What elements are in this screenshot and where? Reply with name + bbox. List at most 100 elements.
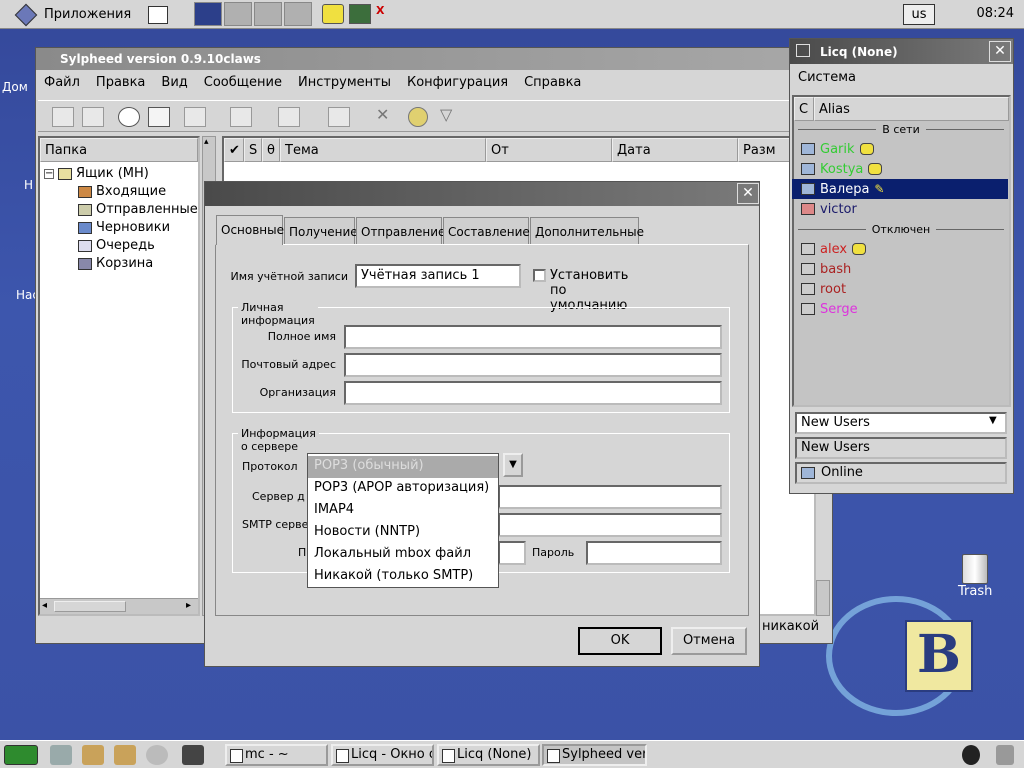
password-input[interactable]	[586, 541, 722, 565]
clock[interactable]: 08:24	[977, 6, 1014, 21]
menu-message[interactable]: Сообщение	[196, 75, 290, 90]
tab-send[interactable]: Отправление	[356, 217, 445, 244]
wrench-icon[interactable]	[996, 745, 1014, 765]
filter-icon[interactable]: ▽	[440, 105, 452, 124]
account-name-input[interactable]: Учётная запись 1	[355, 264, 521, 288]
menu-help[interactable]: Справка	[516, 75, 589, 90]
launcher-2-icon[interactable]	[82, 745, 104, 765]
menu-file[interactable]: Файл	[36, 75, 88, 90]
contact-alex[interactable]: alex	[801, 239, 867, 259]
desktop-icon-home-label[interactable]: Дом	[2, 80, 28, 94]
launcher-4-icon[interactable]	[146, 745, 168, 765]
contact-garik[interactable]: Garik	[801, 139, 874, 159]
licq-titlebar[interactable]: Licq (None)	[790, 39, 1013, 64]
contact-kostya[interactable]: Kostya	[801, 159, 883, 179]
get-all-icon[interactable]	[82, 107, 104, 127]
folder-drafts[interactable]: Черновики	[78, 220, 170, 235]
workspace-2[interactable]	[224, 2, 252, 26]
licq-group-select[interactable]: New Users ▼	[795, 412, 1007, 434]
tab-compose[interactable]: Составление	[443, 217, 530, 244]
tab-receive[interactable]: Получение	[284, 217, 358, 244]
show-desktop-button[interactable]	[148, 3, 168, 26]
licq-col-alias[interactable]: Alias	[814, 97, 1009, 121]
folder-trash[interactable]: Корзина	[78, 256, 153, 271]
menu-view[interactable]: Вид	[153, 75, 195, 90]
trash-icon[interactable]	[962, 554, 988, 584]
applications-menu-button[interactable]: Приложения	[14, 3, 131, 26]
folder-column-header[interactable]: Папка	[40, 138, 198, 162]
reply-icon[interactable]	[184, 107, 206, 127]
contact-root[interactable]: root	[801, 279, 846, 299]
licq-menu-system[interactable]: Система	[798, 70, 856, 85]
execute-icon[interactable]	[408, 107, 428, 127]
col-date[interactable]: Дата	[612, 138, 738, 162]
move-icon[interactable]	[328, 107, 350, 127]
workspace-3[interactable]	[254, 2, 282, 26]
folder-root-mh[interactable]: − Ящик (MH)	[44, 166, 149, 181]
dialog-close-button[interactable]: ✕	[737, 183, 759, 204]
sylpheed-titlebar[interactable]: Sylpheed version 0.9.10claws	[36, 48, 832, 70]
message-list-vscrollbar[interactable]	[816, 580, 830, 616]
collapse-icon[interactable]: −	[44, 168, 54, 179]
col-status[interactable]: S	[244, 138, 262, 162]
scroll-right-arrow-icon[interactable]: ▸	[186, 600, 191, 611]
col-from[interactable]: От	[486, 138, 612, 162]
protocol-option-pop3-apop[interactable]: POP3 (APOP авторизация)	[308, 478, 498, 500]
default-account-checkbox[interactable]	[533, 269, 546, 282]
protocol-option-imap4[interactable]: IMAP4	[308, 500, 498, 522]
folder-inbox[interactable]: Входящие	[78, 184, 166, 199]
menu-tools[interactable]: Инструменты	[290, 75, 399, 90]
smtp-server-input[interactable]	[498, 513, 722, 537]
full-name-input[interactable]	[344, 325, 722, 349]
task-licq-window[interactable]: Licq - Окно от	[331, 744, 434, 766]
protocol-option-pop3[interactable]: POP3 (обычный)	[308, 456, 498, 478]
folder-sent[interactable]: Отправленные	[78, 202, 198, 217]
contact-victor[interactable]: victor	[801, 199, 857, 219]
col-check[interactable]: ✔	[224, 138, 244, 162]
compose-icon[interactable]	[148, 107, 170, 127]
server-input[interactable]	[498, 485, 722, 509]
delete-icon[interactable]: ✕	[376, 105, 389, 124]
reply-all-icon[interactable]	[230, 107, 252, 127]
col-subject[interactable]: Тема	[280, 138, 486, 162]
user-id-input[interactable]	[498, 541, 526, 565]
current-account-status[interactable]: никакой	[762, 619, 819, 634]
trash-label[interactable]: Trash	[958, 584, 992, 599]
workspace-4[interactable]	[284, 2, 312, 26]
folder-pane-hscrollbar[interactable]: ◂ ▸	[40, 598, 198, 614]
dialog-titlebar[interactable]	[205, 182, 759, 206]
menu-configuration[interactable]: Конфигурация	[399, 75, 516, 90]
col-attach[interactable]: θ	[262, 138, 280, 162]
task-licq-none[interactable]: Licq (None)	[437, 744, 540, 766]
menu-edit[interactable]: Правка	[88, 75, 153, 90]
tab-advanced[interactable]: Дополнительные	[530, 217, 644, 244]
terminal-icon[interactable]	[349, 4, 371, 24]
keyboard-layout-indicator[interactable]: us	[903, 4, 935, 25]
contact-valera[interactable]: Валера ✎	[801, 179, 884, 199]
dropdown-arrow-icon[interactable]: ▼	[989, 415, 997, 426]
desktop-icon-2-label[interactable]: Н	[24, 178, 33, 192]
folder-pane-hscroll-thumb[interactable]	[54, 601, 126, 612]
protocol-option-none[interactable]: Никакой (только SMTP)	[308, 566, 498, 588]
tab-general[interactable]: Основные	[216, 215, 284, 245]
notes-icon[interactable]	[322, 4, 344, 24]
contact-serge[interactable]: Serge	[801, 299, 858, 319]
launcher-1-icon[interactable]	[50, 745, 72, 765]
get-mail-icon[interactable]	[52, 107, 74, 127]
contact-bash[interactable]: bash	[801, 259, 851, 279]
forward-icon[interactable]	[278, 107, 300, 127]
protocol-option-mbox[interactable]: Локальный mbox файл	[308, 544, 498, 566]
ok-button[interactable]: OK	[578, 627, 662, 655]
send-queue-icon[interactable]	[118, 107, 140, 127]
organization-input[interactable]	[344, 381, 722, 405]
licq-status-box[interactable]: Online	[795, 462, 1007, 484]
logout-icon[interactable]	[4, 745, 38, 765]
xhost-icon[interactable]: X	[376, 4, 402, 26]
task-mc[interactable]: mc - ~	[225, 744, 328, 766]
launcher-3-icon[interactable]	[114, 745, 136, 765]
task-sylpheed[interactable]: Sylpheed vers	[542, 744, 647, 766]
cancel-button[interactable]: Отмена	[671, 627, 747, 655]
bomb-icon[interactable]	[962, 745, 980, 765]
protocol-dropdown-arrow-icon[interactable]: ▼	[503, 453, 523, 477]
licq-col-c[interactable]: C	[794, 97, 814, 121]
